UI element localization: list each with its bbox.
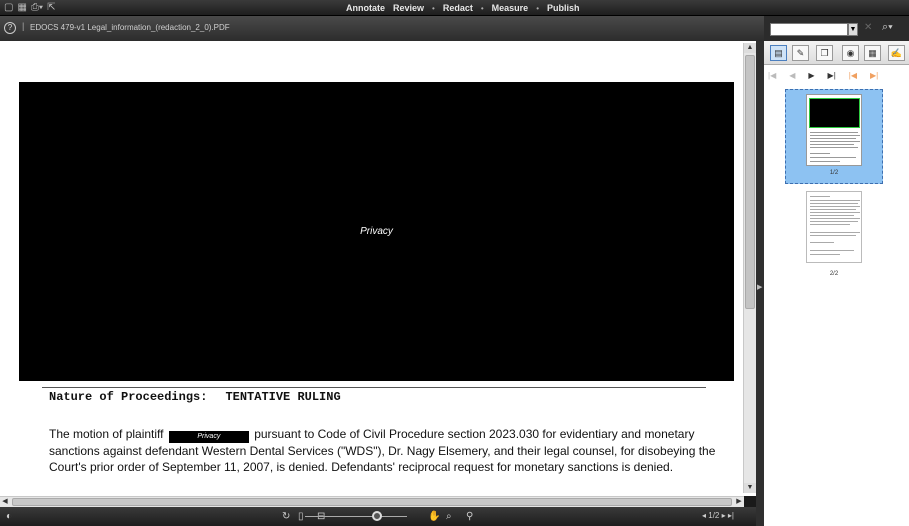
panel-splitter[interactable]: ▶ [756,41,764,526]
menu-separator: • [536,3,540,13]
rotate-icon[interactable]: ↻ [282,510,290,523]
prev-page-icon[interactable]: ◀ [789,71,795,80]
help-icon[interactable]: ? [4,22,16,34]
menu-publish[interactable]: Publish [547,0,580,16]
pan-hand-icon[interactable]: ✋ [428,510,440,523]
last-marked-icon[interactable]: ▶| [870,71,878,80]
thumbnail-navigation: |◀ ◀ ▶ ▶| |◀ ▶| [764,67,909,83]
collapse-panel-icon[interactable]: ▶ [757,283,762,291]
horizontal-scroll-thumb[interactable] [12,498,732,506]
proceedings-heading: Nature of Proceedings: TENTATIVE RULING [49,390,341,404]
section-rule [42,387,706,388]
menu-review[interactable]: Review [393,0,424,16]
properties-tab-icon[interactable]: ▦ [864,45,881,61]
pointer-icon[interactable]: ⇱ [47,1,55,15]
scroll-down-icon[interactable]: ▼ [744,483,756,493]
layers-tab-icon[interactable]: ◉ [842,45,859,61]
ruling-paragraph: The motion of plaintiff Privacy pursuant… [49,426,729,475]
annotations-tab-icon[interactable]: ✎ [792,45,809,61]
bookmarks-tab-icon[interactable]: ❐ [816,45,833,61]
menu-annotate[interactable]: Annotate [346,0,385,16]
search-dropdown-icon[interactable]: ▼ [848,23,858,36]
horizontal-scrollbar[interactable]: ◀ ▶ [0,496,744,507]
page-indicator[interactable]: ◂ 1/2 ▸ ▸| [702,511,734,520]
zoom-slider[interactable] [305,516,407,517]
zoom-slider-knob[interactable] [372,511,382,521]
scroll-up-icon[interactable]: ▲ [744,43,756,53]
page-number: 1/2 [708,511,720,520]
document-title-bar: ? | EDOCS 479-v1 Legal_information_(reda… [0,16,764,41]
print-icon[interactable]: ⎙▾ [31,1,43,15]
menu-measure[interactable]: Measure [492,0,529,16]
thumbnail-page-image [806,191,862,263]
grid-icon[interactable]: ▦ [17,1,26,15]
menu-redact[interactable]: Redact [443,0,473,16]
zoom-out-icon[interactable]: ⚲ [466,510,473,523]
signatures-tab-icon[interactable]: ✍ [888,45,905,61]
menu-separator: • [432,3,435,13]
zoom-area-icon[interactable]: ⌕ [446,510,452,523]
search-strip: ▼ ✕ ⌕▾ [764,16,909,41]
first-page-icon[interactable]: |◀ [768,71,776,80]
document-viewport[interactable]: Privacy Nature of Proceedings: TENTATIVE … [0,41,756,496]
scroll-right-icon[interactable]: ▶ [734,497,744,507]
vertical-scrollbar[interactable]: ▲ ▼ [743,43,756,493]
quick-toolbar: ▢ ▦ ⎙▾ ⇱ [4,1,56,15]
next-page-icon[interactable]: ▶ [808,71,814,80]
proceedings-label: Nature of Proceedings: [49,390,208,404]
thumbnail-label: 2/2 [829,271,839,277]
thumbnail-page-image [806,94,862,166]
thumbnail-redaction [809,98,860,128]
search-input[interactable] [770,23,848,36]
thumbnail-panel: ▤ ✎ ❐ ◉ ▦ ✍ |◀ ◀ ▶ ▶| |◀ ▶| 1/2 2/2 [764,41,909,526]
inline-redaction[interactable]: Privacy [168,431,249,443]
top-menu-bar: ▢ ▦ ⎙▾ ⇱ Annotate Review • Redact • Meas… [0,0,909,16]
panel-toggle-icon[interactable]: ◐ [6,510,12,523]
menu-separator: • [480,3,484,13]
document-title: EDOCS 479-v1 Legal_information_(redactio… [30,23,230,32]
scroll-left-icon[interactable]: ◀ [0,497,10,507]
page-thumbnail-1[interactable]: 1/2 [785,89,883,184]
clear-search-icon[interactable]: ✕ [864,22,872,33]
vertical-scroll-thumb[interactable] [745,55,755,309]
redaction-block[interactable]: Privacy [19,82,734,381]
proceedings-value: TENTATIVE RULING [225,390,341,404]
thumbnails-tab-icon[interactable]: ▤ [770,45,787,61]
new-doc-icon[interactable]: ▢ [4,1,13,15]
last-page-icon[interactable]: ▶| [828,71,836,80]
body-text-start: The motion of plaintiff [49,427,164,441]
page-thumbnail-2[interactable]: 2/2 [785,191,883,281]
thumbnail-label: 1/2 [829,170,839,176]
search-icon[interactable]: ⌕▾ [882,21,893,34]
bottom-toolbar: ◐ ↻ ▯ ⊟ ✋ ⌕ ⚲ ◂ 1/2 ▸ ▸| [0,507,756,526]
panel-tabs: ▤ ✎ ❐ ◉ ▦ ✍ [764,41,909,65]
fit-page-icon[interactable]: ▯ [298,510,304,523]
first-marked-icon[interactable]: |◀ [849,71,857,80]
title-divider: | [22,21,25,31]
main-menu: Annotate Review • Redact • Measure • Pub… [346,0,580,16]
